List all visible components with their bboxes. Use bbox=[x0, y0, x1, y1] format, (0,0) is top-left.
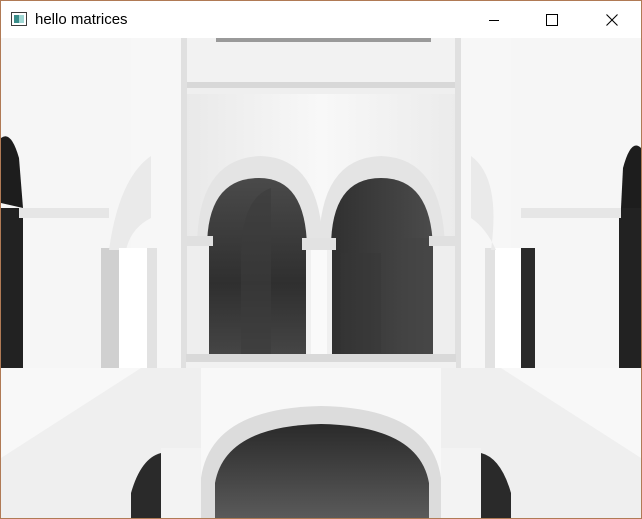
maximize-icon bbox=[546, 13, 558, 26]
rendered-3d-scene bbox=[1, 38, 641, 518]
minimize-button[interactable] bbox=[471, 1, 517, 38]
app-window: hello matrices bbox=[0, 0, 642, 519]
render-viewport[interactable] bbox=[1, 38, 641, 518]
close-button[interactable] bbox=[589, 1, 635, 38]
app-window-icon[interactable] bbox=[11, 12, 27, 26]
close-icon bbox=[606, 13, 618, 26]
maximize-button[interactable] bbox=[529, 1, 575, 38]
minimize-icon bbox=[489, 19, 499, 21]
window-title: hello matrices bbox=[35, 11, 128, 28]
title-bar[interactable]: hello matrices bbox=[1, 1, 641, 38]
